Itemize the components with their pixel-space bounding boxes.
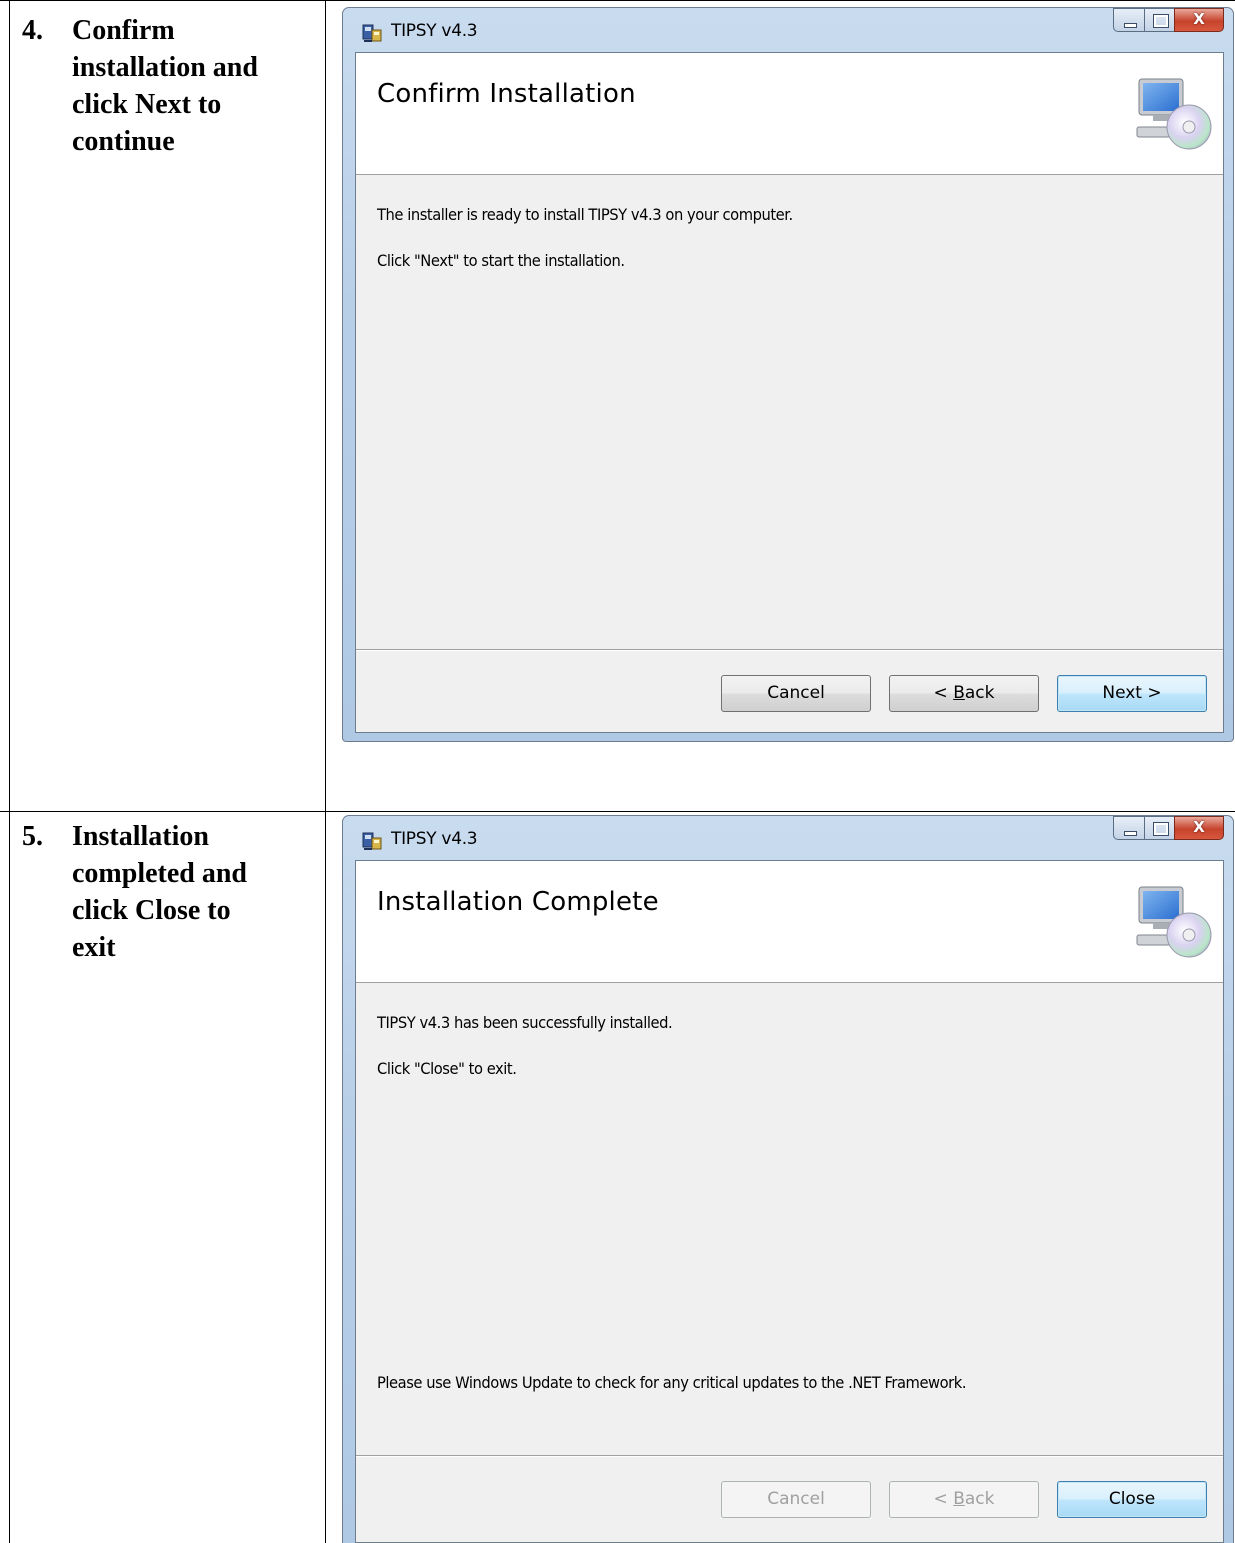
close-window-button[interactable]: X xyxy=(1174,8,1224,32)
step-number: 4. xyxy=(22,15,43,46)
dialog-client-area: Confirm Installation The installer is re… xyxy=(355,52,1224,733)
back-button-hotkey: B xyxy=(953,683,965,703)
computer-cd-icon xyxy=(1136,886,1212,958)
maximize-button[interactable] xyxy=(1144,8,1174,32)
dotnet-update-notice: Please use Windows Update to check for a… xyxy=(377,1373,967,1392)
table-border-left xyxy=(9,0,10,1543)
back-button-prefix: < xyxy=(933,1489,954,1509)
dialog-banner: Confirm Installation xyxy=(356,53,1223,175)
back-button-rest: ack xyxy=(964,683,995,703)
next-button[interactable]: Next > xyxy=(1057,675,1207,712)
dialog-heading: Confirm Installation xyxy=(377,79,636,109)
step-text-line: Confirm xyxy=(72,15,175,46)
step-text-line: exit xyxy=(72,932,116,963)
step-text-line: Installation xyxy=(72,821,209,852)
caption-buttons: X xyxy=(1113,816,1224,842)
step-text-line: click Close to xyxy=(72,895,231,926)
dialog-message: Click "Next" to start the installation. xyxy=(377,251,625,270)
step-text-line: click Next to xyxy=(72,89,222,120)
table-row-divider xyxy=(0,811,1235,812)
close-window-button[interactable]: X xyxy=(1174,816,1224,840)
dialog-banner: Installation Complete xyxy=(356,861,1223,983)
maximize-button[interactable] xyxy=(1144,816,1174,840)
minimize-button[interactable] xyxy=(1113,816,1144,840)
computer-cd-icon xyxy=(1136,78,1212,150)
step-text-line: continue xyxy=(72,126,175,157)
step-text-line: installation and xyxy=(72,52,258,83)
table-border-top xyxy=(0,0,1235,1)
close-button[interactable]: Close xyxy=(1057,1481,1207,1518)
table-column-divider xyxy=(325,0,326,1543)
installer-app-icon xyxy=(362,24,382,42)
dialog-button-bar: Cancel < Back Next > xyxy=(356,649,1223,732)
minimize-button[interactable] xyxy=(1113,8,1144,32)
cancel-button[interactable]: Cancel xyxy=(721,675,871,712)
step-text-line: completed and xyxy=(72,858,247,889)
back-button-hotkey: B xyxy=(953,1489,965,1509)
close-icon: X xyxy=(1193,10,1205,28)
installer-window-complete: TIPSY v4.3 X Installation Complete TIPSY… xyxy=(342,815,1234,1543)
title-bar[interactable]: TIPSY v4.3 X xyxy=(343,816,1233,860)
close-icon: X xyxy=(1193,818,1205,836)
dialog-message: The installer is ready to install TIPSY … xyxy=(377,205,793,224)
installer-window-confirm: TIPSY v4.3 X Confirm Installation The in… xyxy=(342,7,1234,742)
window-title: TIPSY v4.3 xyxy=(391,21,478,41)
back-button: < Back xyxy=(889,1481,1039,1518)
back-button-rest: ack xyxy=(964,1489,995,1509)
title-bar[interactable]: TIPSY v4.3 X xyxy=(343,8,1233,52)
dialog-heading: Installation Complete xyxy=(377,887,659,917)
step-number: 5. xyxy=(22,821,43,852)
installer-app-icon xyxy=(362,832,382,850)
dialog-message: Click "Close" to exit. xyxy=(377,1059,517,1078)
window-title: TIPSY v4.3 xyxy=(391,829,478,849)
caption-buttons: X xyxy=(1113,8,1224,34)
back-button-prefix: < xyxy=(933,683,954,703)
back-button[interactable]: < Back xyxy=(889,675,1039,712)
cancel-button: Cancel xyxy=(721,1481,871,1518)
dialog-button-bar: Cancel < Back Close xyxy=(356,1455,1223,1542)
dialog-message: TIPSY v4.3 has been successfully install… xyxy=(377,1013,673,1032)
dialog-client-area: Installation Complete TIPSY v4.3 has bee… xyxy=(355,860,1224,1543)
